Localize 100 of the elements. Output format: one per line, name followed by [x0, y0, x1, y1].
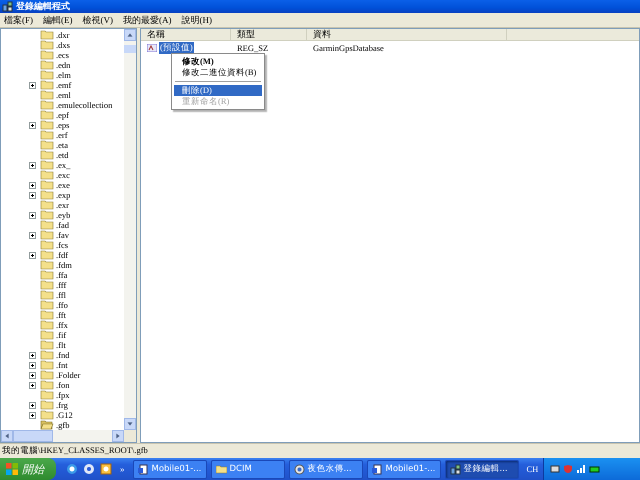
tree-item[interactable]: .fdm — [1, 260, 124, 270]
expand-icon[interactable] — [29, 82, 36, 88]
folder-icon — [40, 310, 54, 320]
menu-item[interactable]: 修改(M) — [174, 56, 262, 67]
tree-item[interactable]: .fad — [1, 220, 124, 230]
menu-item[interactable]: 檢視(V) — [82, 14, 113, 26]
folder-icon — [40, 270, 54, 280]
taskbar-button[interactable]: Mobile01-... — [132, 460, 206, 478]
expand-icon[interactable] — [29, 412, 36, 418]
expand-icon[interactable] — [29, 352, 36, 358]
scroll-thumb[interactable] — [124, 45, 136, 53]
tree-item[interactable]: .fif — [1, 330, 124, 340]
network-icon[interactable] — [550, 464, 560, 474]
tree-item[interactable]: .eyb — [1, 210, 124, 220]
tree-item[interactable]: .ffx — [1, 320, 124, 330]
tree-item[interactable]: .Folder — [1, 370, 124, 380]
scroll-thumb[interactable] — [13, 430, 53, 442]
scroll-right-icon[interactable] — [112, 430, 124, 442]
tree-item[interactable]: .elm — [1, 70, 124, 80]
tree-item[interactable]: .ex_ — [1, 160, 124, 170]
battery-icon[interactable] — [589, 464, 601, 474]
tree-item[interactable]: .ffl — [1, 290, 124, 300]
tree-item[interactable]: .fft — [1, 310, 124, 320]
expand-icon[interactable] — [29, 232, 36, 238]
folder-icon — [40, 120, 54, 130]
column-header[interactable]: 類型 — [231, 29, 307, 40]
vertical-scrollbar[interactable] — [124, 29, 136, 430]
column-header[interactable]: 資料 — [307, 29, 507, 40]
scroll-left-icon[interactable] — [1, 430, 13, 442]
tree-item[interactable]: .G12 — [1, 410, 124, 420]
menu-item[interactable]: 編輯(E) — [43, 14, 72, 26]
tree-item[interactable]: .emulecollection — [1, 100, 124, 110]
tree-item[interactable]: .exe — [1, 180, 124, 190]
signal-icon[interactable] — [576, 464, 586, 474]
folder-icon — [40, 80, 54, 90]
start-button[interactable]: 開始 — [0, 458, 56, 480]
tree-item[interactable]: .etd — [1, 150, 124, 160]
tree-item[interactable]: .ffa — [1, 270, 124, 280]
scroll-up-icon[interactable] — [124, 29, 136, 41]
expand-icon[interactable] — [29, 362, 36, 368]
folder-icon — [40, 300, 54, 310]
more-button[interactable]: » — [120, 464, 124, 474]
tree-item[interactable]: .ecs — [1, 50, 124, 60]
tree-item[interactable]: .fav — [1, 230, 124, 240]
folder-icon — [40, 30, 54, 40]
browser-icon[interactable] — [66, 463, 78, 475]
document-icon — [138, 464, 148, 474]
expand-icon[interactable] — [29, 402, 36, 408]
tree-item[interactable]: .edn — [1, 60, 124, 70]
tree-item[interactable]: .dxs — [1, 40, 124, 50]
horizontal-scrollbar[interactable] — [1, 430, 124, 442]
menu-item[interactable]: 說明(H) — [182, 14, 212, 26]
tree-item[interactable]: .ffo — [1, 300, 124, 310]
expand-icon[interactable] — [29, 372, 36, 378]
window-title: 登錄編輯程式 — [16, 0, 70, 13]
tree-item[interactable]: .eta — [1, 140, 124, 150]
tree-item[interactable]: .erf — [1, 130, 124, 140]
taskbar-button[interactable]: 登錄編輯... — [444, 460, 518, 478]
expand-icon[interactable] — [29, 162, 36, 168]
column-header[interactable]: 名稱 — [141, 29, 231, 40]
expand-icon[interactable] — [29, 182, 36, 188]
menu-item[interactable]: 修改二進位資料(B) — [174, 67, 262, 78]
folder-icon — [40, 160, 54, 170]
tree-item[interactable]: .emf — [1, 80, 124, 90]
tree-item[interactable]: .fcs — [1, 240, 124, 250]
tree-item[interactable]: .exr — [1, 200, 124, 210]
language-indicator[interactable]: CH — [526, 464, 538, 474]
tree-item[interactable]: .fpx — [1, 390, 124, 400]
document-icon — [372, 464, 382, 474]
taskbar-button[interactable]: Mobile01-... — [366, 460, 440, 478]
expand-icon[interactable] — [29, 192, 36, 198]
tree-item[interactable]: .exc — [1, 170, 124, 180]
value-name[interactable]: (預設值) — [159, 42, 194, 54]
tree-item[interactable]: .fnd — [1, 350, 124, 360]
folder-icon — [40, 390, 54, 400]
app-icon[interactable] — [100, 463, 112, 475]
tree-item[interactable]: .fdf — [1, 250, 124, 260]
tree-item[interactable]: .fnt — [1, 360, 124, 370]
tree-item[interactable]: .eml — [1, 90, 124, 100]
tree-item[interactable]: .epf — [1, 110, 124, 120]
menu-item[interactable]: 我的最愛(A) — [123, 14, 172, 26]
taskbar-button[interactable]: DCIM — [210, 460, 284, 478]
media-player-icon[interactable] — [83, 463, 95, 475]
tree-item[interactable]: .fff — [1, 280, 124, 290]
menu-item[interactable]: 檔案(F) — [4, 14, 33, 26]
expand-icon[interactable] — [29, 382, 36, 388]
tree-item[interactable]: .fon — [1, 380, 124, 390]
tree-item[interactable]: .gfb — [1, 420, 124, 430]
menu-item[interactable]: 刪除(D) — [174, 85, 262, 96]
expand-icon[interactable] — [29, 122, 36, 128]
tree-item[interactable]: .exp — [1, 190, 124, 200]
expand-icon[interactable] — [29, 212, 36, 218]
expand-icon[interactable] — [29, 252, 36, 258]
tree-item[interactable]: .dxr — [1, 30, 124, 40]
tree-item[interactable]: .flt — [1, 340, 124, 350]
folder-icon — [40, 180, 54, 190]
scroll-down-icon[interactable] — [124, 418, 136, 430]
tree-item[interactable]: .frg — [1, 400, 124, 410]
tree-item[interactable]: .eps — [1, 120, 124, 130]
taskbar-button[interactable]: 夜色水傳... — [288, 460, 362, 478]
